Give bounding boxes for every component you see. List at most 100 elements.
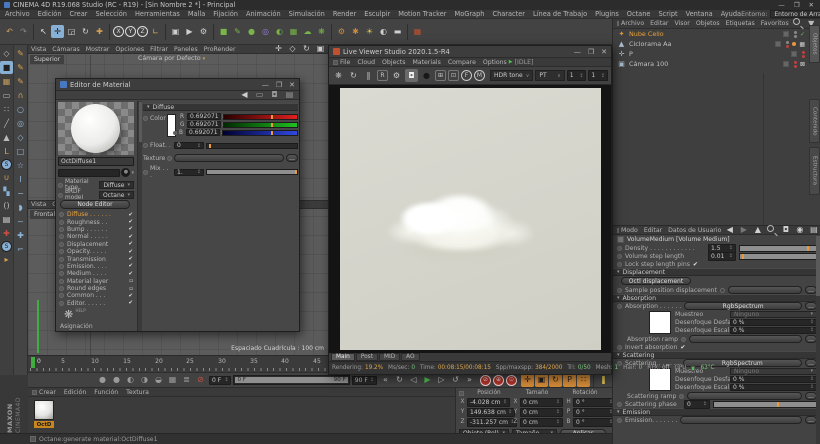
key-rotation-icon[interactable]: ↻ — [549, 374, 562, 387]
attr-menu-item-1[interactable]: Editar — [644, 227, 662, 234]
light-icon[interactable]: ☀ — [363, 25, 376, 38]
float-slider[interactable] — [206, 143, 298, 149]
channel-label[interactable]: Opacity. . . . . — [67, 248, 106, 255]
channel-check[interactable]: ✔ — [128, 241, 133, 247]
viewport-menu-item-0[interactable]: Vista — [31, 46, 46, 53]
channel-port[interactable] — [59, 264, 64, 269]
next-key-icon[interactable]: ▷ — [435, 374, 448, 387]
b-field[interactable]: 0.692071↕ — [186, 129, 220, 136]
axis-mode-icon[interactable]: L — [0, 145, 13, 158]
channel-check[interactable]: ✔ — [128, 219, 133, 225]
menu-item-11[interactable]: Motion Tracker — [398, 10, 446, 18]
menu-item-1[interactable]: Edición — [38, 10, 62, 18]
lock-resolution-icon[interactable]: ◘ — [405, 69, 418, 82]
channel-label[interactable]: Round edges — [67, 285, 106, 292]
channel-check[interactable]: ✔ — [128, 263, 133, 269]
lock-checkbox[interactable]: ✔ — [693, 261, 698, 268]
focus-picker-icon[interactable]: F — [461, 70, 472, 81]
panel-checkbox-icon[interactable] — [32, 390, 37, 395]
view-label[interactable]: Superior — [30, 55, 64, 64]
menu-item-15[interactable]: Plugins — [595, 10, 619, 18]
attr-menu-item-2[interactable]: Datos de Usuario — [668, 227, 721, 234]
render-area[interactable] — [329, 85, 611, 353]
camera-target-icon[interactable]: ⊠ — [800, 61, 805, 68]
add-volume-icon[interactable]: ▦ — [287, 25, 300, 38]
channel-port[interactable] — [59, 271, 64, 276]
step-field[interactable]: 0.01↕ — [708, 252, 736, 261]
history-icon[interactable]: ◉ — [793, 224, 806, 237]
menu-item-14[interactable]: Línea de Trabajo — [533, 10, 587, 18]
material-name-label[interactable]: OctD — [34, 421, 54, 428]
texture-mode-icon[interactable]: ▦ — [0, 75, 13, 88]
layer-toggle[interactable] — [783, 31, 789, 37]
end-frame-field[interactable]: 90 F↕ — [352, 376, 377, 385]
density-slider[interactable] — [739, 245, 817, 252]
channel-label[interactable]: Normal . . . . . — [67, 233, 108, 240]
om-menu-item-5[interactable]: Favoritos — [761, 20, 789, 27]
material-name-field[interactable]: OctDiffuse1 — [58, 157, 134, 166]
rotate-view-icon[interactable]: ↻ — [300, 43, 313, 56]
anim-port[interactable] — [617, 304, 622, 309]
render-settings-icon[interactable]: ⚙ — [197, 25, 210, 38]
size-y-field[interactable]: 0 cm↕ — [520, 408, 563, 417]
menu-item-10[interactable]: Esculpir — [364, 10, 390, 18]
add-deformer-icon[interactable]: ◎ — [259, 25, 272, 38]
channel-port[interactable] — [59, 249, 64, 254]
menu-item-9[interactable]: Render — [333, 10, 356, 18]
anim-port[interactable] — [143, 143, 148, 148]
render-view-icon[interactable]: ▣ — [169, 25, 182, 38]
editor-visibility-dot[interactable] — [786, 41, 789, 44]
material-preview[interactable] — [58, 102, 134, 155]
material-picker-icon[interactable]: M — [474, 70, 485, 81]
quantize-icon[interactable]: () — [0, 199, 13, 212]
live-viewer-titlebar[interactable]: Live Viewer Studio 2020.1.5-R4 — ❐ ✕ — [329, 46, 611, 58]
channel-check[interactable]: ✔ — [128, 300, 133, 306]
menu-item-4[interactable]: Herramientas — [135, 10, 180, 18]
spline-smooth-icon[interactable]: ✎ — [14, 75, 27, 88]
render-picture-viewer-icon[interactable]: ▶ — [183, 25, 196, 38]
viewport-menu-item-1[interactable]: Cámaras — [52, 46, 80, 53]
mograph-icon[interactable]: ❋ — [315, 25, 328, 38]
search-icon[interactable] — [791, 17, 804, 30]
brdf-dropdown[interactable]: Octane▾ — [99, 191, 134, 199]
octane-dialog-icon[interactable]: ▦ — [411, 25, 424, 38]
editor-visibility-dot[interactable] — [794, 31, 797, 34]
s-escala-field[interactable]: 0 %↕ — [730, 384, 817, 391]
octl-displacement-button[interactable]: Octl displacement — [621, 277, 691, 285]
model-mode-icon[interactable]: ■ — [0, 61, 13, 74]
viewport-menu-item-4[interactable]: Filtrar — [150, 46, 168, 53]
edges-mode-icon[interactable]: ╱ — [0, 117, 13, 130]
nav-back-icon[interactable]: ◀ — [238, 89, 251, 102]
y-axis-icon[interactable]: Y — [125, 26, 136, 37]
zoom-view-icon[interactable]: ◇ — [286, 43, 299, 56]
maximize-button[interactable]: ❐ — [588, 48, 594, 56]
close-button[interactable]: ✕ — [289, 81, 295, 89]
anim-port[interactable] — [143, 116, 148, 121]
spline-pen-icon[interactable]: ✎ — [14, 47, 27, 60]
b-slider[interactable] — [222, 130, 298, 136]
spline-arc-icon[interactable]: ∩ — [14, 89, 27, 102]
redo-icon[interactable]: ↷ — [17, 25, 30, 38]
preview-sphere-icon[interactable]: ● — [121, 168, 130, 177]
cross-spline-icon[interactable]: ✚ — [14, 229, 27, 242]
render-visibility-dot[interactable] — [802, 55, 805, 58]
channel-port[interactable] — [59, 227, 64, 232]
materials-menu-item-3[interactable]: Textura — [126, 389, 149, 396]
timeline-ruler[interactable]: 0 5 10 15 20 25 30 35 40 45 — [28, 355, 332, 372]
ngon-spline-icon[interactable]: ◇ — [14, 131, 27, 144]
menu-item-7[interactable]: Animación — [246, 10, 281, 18]
panel-checkbox-icon[interactable] — [617, 228, 619, 233]
enabled-check-icon[interactable]: ✓ — [800, 31, 805, 38]
kernel-dropdown[interactable]: PT∨ — [535, 70, 564, 81]
prev-key-icon[interactable]: ◁ — [407, 374, 420, 387]
link-port[interactable] — [167, 156, 172, 161]
key-scale-icon[interactable]: ▣ — [535, 374, 548, 387]
record-position-icon[interactable]: ● — [96, 374, 109, 387]
minimize-button[interactable]: — — [778, 1, 785, 9]
channel-label[interactable]: Bump . . . . . . — [67, 226, 107, 233]
anim-port[interactable] — [617, 246, 622, 251]
lock-icon[interactable]: ◘ — [779, 224, 792, 237]
minimize-button[interactable]: — — [262, 81, 269, 89]
viewport-menu-item-2[interactable]: Mostrar — [86, 46, 110, 53]
channel-label[interactable]: Emission. . . . — [67, 263, 107, 270]
